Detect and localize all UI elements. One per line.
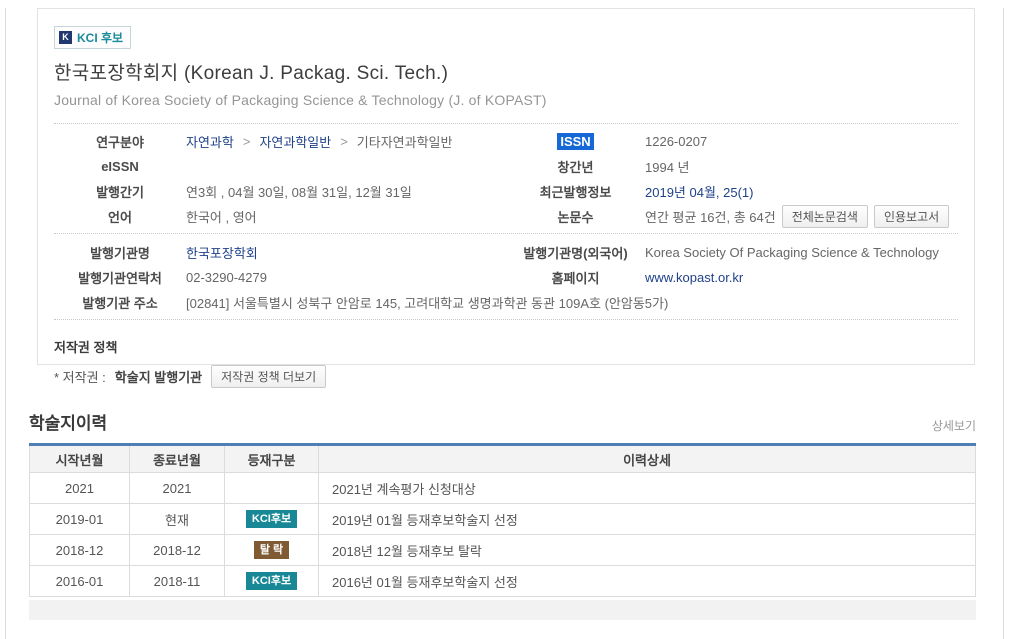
table-row: 2018-12 2018-12 탈 락 2018년 12월 등재후보 탈락 bbox=[30, 535, 976, 566]
info-row: 발행기관 주소 [02841] 서울특별시 성북구 안암로 145, 고려대학교… bbox=[54, 290, 958, 315]
table-row: 2021 2021 2021년 계속평가 신청대상 bbox=[30, 473, 976, 504]
research-field-link-1[interactable]: 자연과학 bbox=[186, 132, 234, 151]
history-start: 2016-01 bbox=[30, 566, 130, 597]
table-row: 2016-01 2018-11 KCI후보 2016년 01월 등재후보학술지 … bbox=[30, 566, 976, 597]
publisher-foreign-label: 발행기관명(외국어) bbox=[506, 243, 645, 262]
info-row: eISSN 창간년 1994 년 bbox=[54, 154, 958, 179]
journal-title: 한국포장학회지 (Korean J. Packag. Sci. Tech.) bbox=[54, 58, 958, 85]
kci-candidate-badge: KCI후보 bbox=[246, 572, 297, 590]
research-field-label: 연구분야 bbox=[54, 132, 186, 151]
copyright-section: 저작권 정책 * 저작권 : 학술지 발행기관 저작권 정책 더보기 bbox=[54, 337, 958, 388]
publisher-foreign-value: Korea Society Of Packaging Science & Tec… bbox=[645, 245, 958, 260]
history-detail: 2016년 01월 등재후보학술지 선정 bbox=[319, 566, 976, 597]
history-detail: 2021년 계속평가 신청대상 bbox=[319, 473, 976, 504]
kci-candidate-badge: KCI후보 bbox=[246, 510, 297, 528]
history-category bbox=[225, 473, 319, 504]
homepage-label: 홈페이지 bbox=[506, 268, 645, 287]
homepage-link[interactable]: www.kopast.or.kr bbox=[645, 270, 743, 285]
latest-issue-label: 최근발행정보 bbox=[506, 182, 645, 201]
article-count-label: 논문수 bbox=[506, 207, 645, 226]
issn-value: 1226-0207 bbox=[645, 134, 958, 149]
copyright-heading: 저작권 정책 bbox=[54, 337, 958, 356]
history-heading: 학술지이력 bbox=[29, 409, 107, 434]
kci-candidate-tag: K KCI 후보 bbox=[54, 26, 131, 49]
issn-label-highlighted: ISSN bbox=[557, 133, 593, 150]
publisher-address-label: 발행기관 주소 bbox=[54, 293, 186, 312]
publisher-label: 발행기관명 bbox=[54, 243, 186, 262]
publisher-grid: 발행기관명 한국포장학회 발행기관명(외국어) Korea Society Of… bbox=[54, 233, 958, 320]
history-category: 탈 락 bbox=[225, 535, 319, 566]
col-category: 등재구분 bbox=[225, 445, 319, 473]
col-start-month: 시작년월 bbox=[30, 445, 130, 473]
kci-logo-icon: K bbox=[59, 31, 72, 44]
eissn-label: eISSN bbox=[54, 159, 186, 174]
pub-frequency-label: 발행간기 bbox=[54, 182, 186, 201]
info-row: 연구분야 자연과학 > 자연과학일반 > 기타자연과학일반 ISSN 1226-… bbox=[54, 129, 958, 154]
history-table: 시작년월 종료년월 등재구분 이력상세 2021 2021 2021년 계속평가… bbox=[29, 443, 976, 597]
info-row: 발행기관연락처 02-3290-4279 홈페이지 www.kopast.or.… bbox=[54, 265, 958, 290]
page-container: K KCI 후보 한국포장학회지 (Korean J. Packag. Sci.… bbox=[5, 8, 1004, 639]
language-value: 한국어 , 영어 bbox=[186, 207, 506, 226]
col-detail: 이력상세 bbox=[319, 445, 976, 473]
founded-year-value: 1994 년 bbox=[645, 157, 958, 176]
copyright-policy-more-button[interactable]: 저작권 정책 더보기 bbox=[211, 365, 326, 388]
journal-subtitle: Journal of Korea Society of Packaging Sc… bbox=[54, 92, 958, 108]
language-label: 언어 bbox=[54, 207, 186, 226]
breadcrumb-separator: > bbox=[240, 134, 254, 149]
journal-history-section: 학술지이력 상세보기 시작년월 종료년월 등재구분 이력상세 2021 2021 bbox=[29, 409, 976, 620]
history-detail-link[interactable]: 상세보기 bbox=[932, 417, 976, 434]
dropped-badge: 탈 락 bbox=[254, 541, 289, 559]
pub-frequency-value: 연3회 , 04월 30일, 08월 31일, 12월 31일 bbox=[186, 182, 506, 201]
history-start: 2021 bbox=[30, 473, 130, 504]
publisher-link[interactable]: 한국포장학회 bbox=[186, 243, 258, 262]
history-start: 2019-01 bbox=[30, 504, 130, 535]
history-header-row: 시작년월 종료년월 등재구분 이력상세 bbox=[30, 445, 976, 473]
publisher-address-value: [02841] 서울특별시 성북구 안암로 145, 고려대학교 생명과학관 동… bbox=[186, 293, 958, 312]
copyright-owner: 학술지 발행기관 bbox=[115, 367, 202, 386]
info-row: 언어 한국어 , 영어 논문수 연간 평균 16건, 총 64건 전체논문검색 … bbox=[54, 204, 958, 229]
journal-meta-grid: 연구분야 자연과학 > 자연과학일반 > 기타자연과학일반 ISSN 1226-… bbox=[54, 123, 958, 229]
history-category: KCI후보 bbox=[225, 566, 319, 597]
search-all-articles-button[interactable]: 전체논문검색 bbox=[782, 205, 868, 228]
footer-strip bbox=[29, 600, 976, 620]
founded-year-label: 창간년 bbox=[506, 157, 645, 176]
col-end-month: 종료년월 bbox=[130, 445, 225, 473]
history-detail: 2018년 12월 등재후보 탈락 bbox=[319, 535, 976, 566]
research-field-link-2[interactable]: 자연과학일반 bbox=[259, 132, 331, 151]
publisher-contact-value: 02-3290-4279 bbox=[186, 270, 506, 285]
history-end: 2018-11 bbox=[130, 566, 225, 597]
history-detail: 2019년 01월 등재후보학술지 선정 bbox=[319, 504, 976, 535]
citation-report-button[interactable]: 인용보고서 bbox=[874, 205, 949, 228]
copyright-prefix: * 저작권 : bbox=[54, 367, 106, 386]
history-start: 2018-12 bbox=[30, 535, 130, 566]
history-end: 2018-12 bbox=[130, 535, 225, 566]
breadcrumb-separator: > bbox=[337, 134, 351, 149]
publisher-contact-label: 발행기관연락처 bbox=[54, 268, 186, 287]
kci-candidate-tag-label: KCI 후보 bbox=[77, 29, 123, 46]
history-end: 2021 bbox=[130, 473, 225, 504]
history-end: 현재 bbox=[130, 504, 225, 535]
latest-issue-link[interactable]: 2019년 04월, 25(1) bbox=[645, 182, 753, 201]
info-row: 발행간기 연3회 , 04월 30일, 08월 31일, 12월 31일 최근발… bbox=[54, 179, 958, 204]
journal-info-card: K KCI 후보 한국포장학회지 (Korean J. Packag. Sci.… bbox=[37, 8, 975, 365]
article-count-value: 연간 평균 16건, 총 64건 bbox=[645, 207, 776, 226]
history-category: KCI후보 bbox=[225, 504, 319, 535]
info-row: 발행기관명 한국포장학회 발행기관명(외국어) Korea Society Of… bbox=[54, 240, 958, 265]
research-field-tail: 기타자연과학일반 bbox=[357, 132, 453, 151]
table-row: 2019-01 현재 KCI후보 2019년 01월 등재후보학술지 선정 bbox=[30, 504, 976, 535]
